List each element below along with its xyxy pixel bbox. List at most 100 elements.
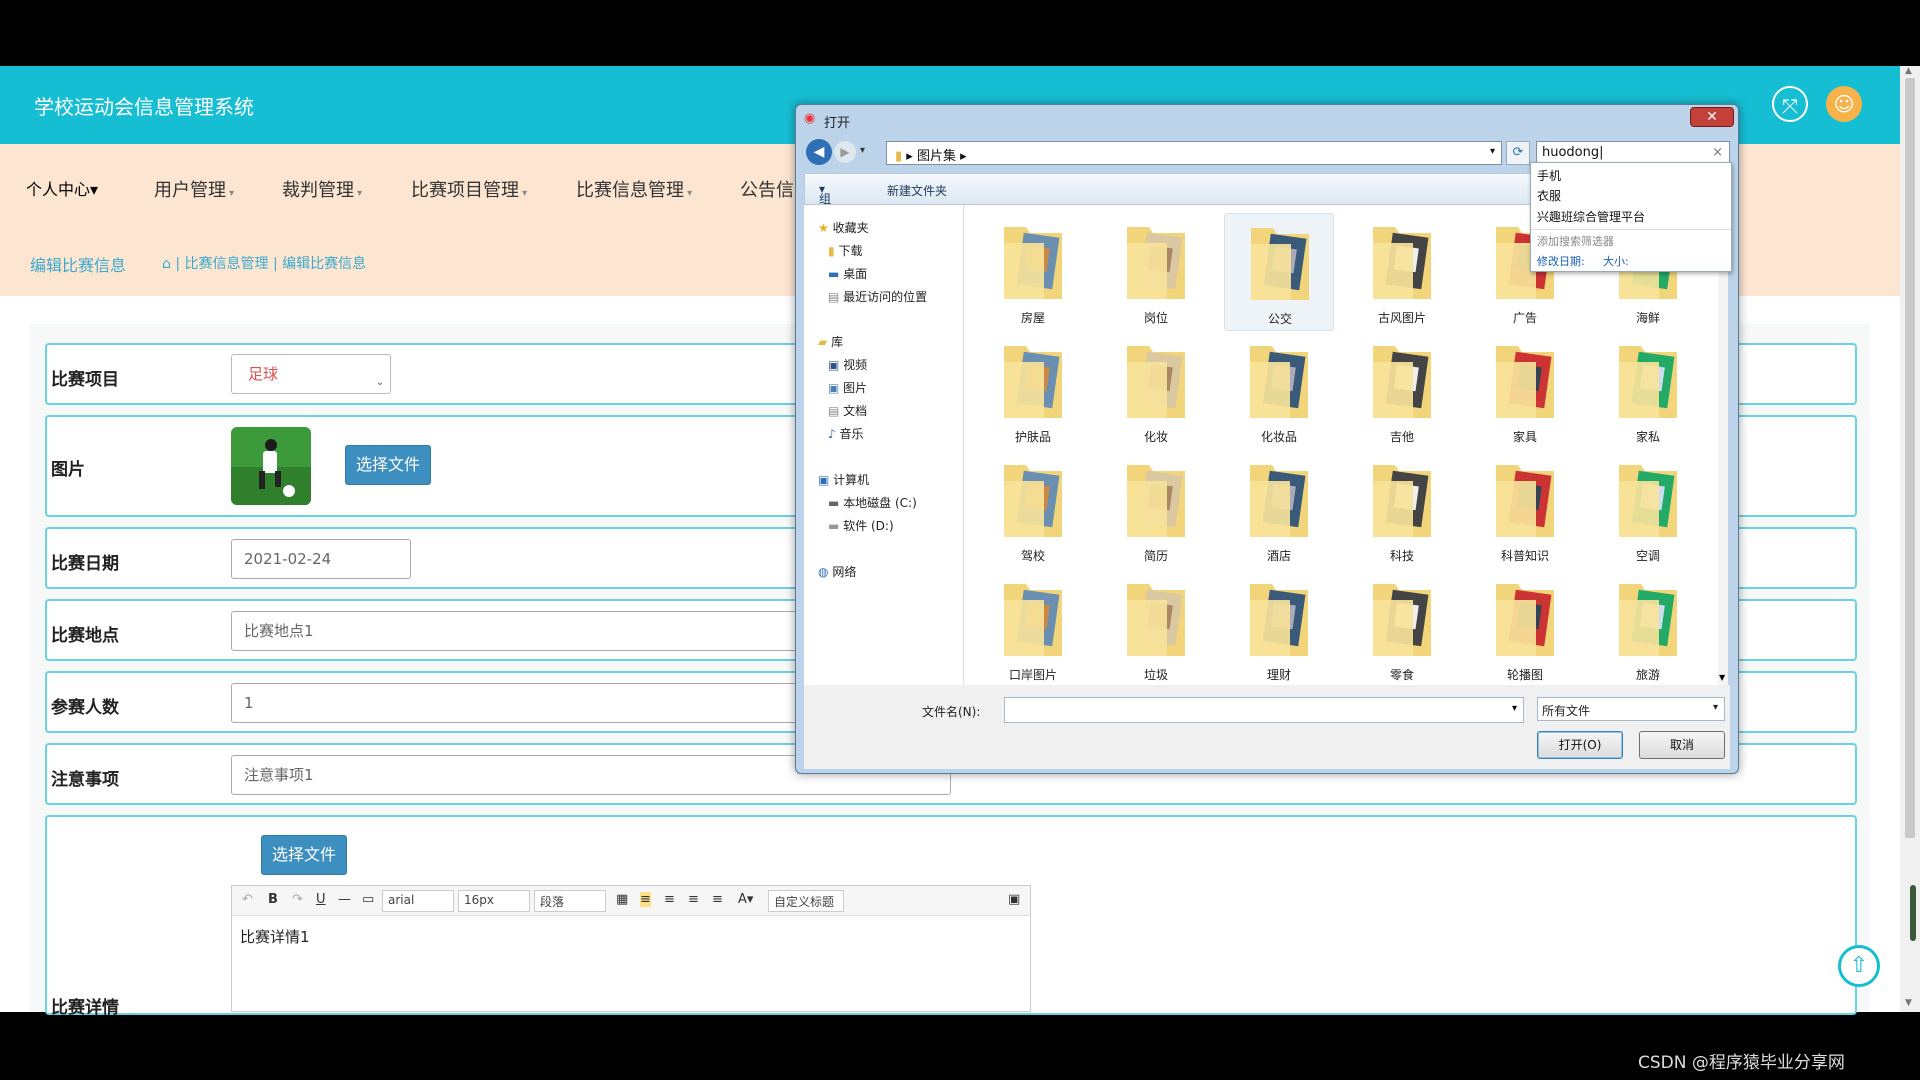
- scrollbar-thumb[interactable]: [1905, 78, 1915, 838]
- history-dropdown-icon[interactable]: ▾: [860, 145, 865, 156]
- filename-input[interactable]: ▾: [1004, 697, 1524, 723]
- font-size-select[interactable]: 16px: [458, 890, 530, 912]
- suggestion-item[interactable]: 手机: [1537, 167, 1561, 184]
- editor-content[interactable]: 比赛详情1: [232, 916, 1030, 957]
- align-right-icon[interactable]: ≡: [688, 892, 699, 907]
- undo-icon[interactable]: ↶: [242, 892, 253, 907]
- nav-pictures[interactable]: ▣ 图片: [828, 379, 867, 396]
- nav-drive-c[interactable]: ▬ 本地磁盘 (C:): [828, 494, 917, 511]
- nav-drive-d[interactable]: ▬ 软件 (D:): [828, 517, 894, 534]
- chevron-down-icon[interactable]: ▾: [1512, 703, 1517, 714]
- folder-item[interactable]: 口岸图片: [978, 570, 1088, 688]
- folder-item[interactable]: 零食: [1347, 570, 1457, 688]
- organize-menu[interactable]: 组织 ▾: [819, 182, 831, 223]
- folder-item[interactable]: 轮播图: [1470, 570, 1580, 688]
- rich-text-editor[interactable]: ↶ B ↷ U — ▭ arial 16px 段落 ▦ ≡ ≡ ≡ ≡ A▾ 自…: [231, 885, 1031, 1012]
- filter-size[interactable]: 大小:: [1603, 253, 1629, 269]
- address-path[interactable]: ▮ ▸ 图片集 ▸ ▾: [886, 141, 1502, 165]
- align-center-icon[interactable]: ≡: [664, 892, 675, 907]
- redo-icon[interactable]: ↷: [292, 892, 303, 907]
- clear-icon[interactable]: ▭: [362, 892, 374, 907]
- folder-item[interactable]: 科普知识: [1470, 451, 1580, 569]
- home-icon[interactable]: ⌂: [162, 256, 171, 272]
- align-left-icon[interactable]: ≡: [640, 892, 651, 907]
- nav-item-personal[interactable]: 个人中心▾: [26, 176, 98, 200]
- clear-search-icon[interactable]: ×: [1712, 145, 1723, 160]
- nav-desktop[interactable]: ▬ 桌面: [828, 265, 867, 282]
- justify-icon[interactable]: ≡: [712, 892, 723, 907]
- custom-title-select[interactable]: 自定义标题: [768, 890, 844, 912]
- folder-item[interactable]: 吉他: [1347, 332, 1457, 450]
- folder-item[interactable]: 酒店: [1224, 451, 1334, 569]
- folder-item[interactable]: 护肤品: [978, 332, 1088, 450]
- star-icon: ★: [818, 221, 829, 235]
- page-scrollbar[interactable]: ▲ ▼: [1900, 66, 1920, 1012]
- folder-item[interactable]: 科技: [1347, 451, 1457, 569]
- library-icon: ▰: [818, 335, 828, 349]
- folder-item[interactable]: 理财: [1224, 570, 1334, 688]
- folder-label: 家私: [1635, 430, 1660, 444]
- bold-icon[interactable]: B: [268, 892, 278, 907]
- paragraph-select[interactable]: 段落: [534, 890, 606, 912]
- folder-item[interactable]: 旅游: [1593, 570, 1703, 688]
- font-family-select[interactable]: arial: [382, 890, 454, 912]
- cancel-button[interactable]: 取消: [1639, 731, 1725, 759]
- new-folder-button[interactable]: 新建文件夹: [887, 182, 947, 199]
- music-icon: ♪: [828, 427, 836, 441]
- nav-item-projects[interactable]: 比赛项目管理 ▾: [411, 176, 527, 202]
- back-icon[interactable]: ◀: [806, 139, 832, 165]
- font-color-icon[interactable]: A▾: [738, 892, 753, 907]
- folder-item[interactable]: 公交: [1224, 213, 1334, 331]
- table-icon[interactable]: ▦: [616, 892, 628, 907]
- avatar[interactable]: ☺: [1826, 86, 1862, 122]
- scroll-down-icon[interactable]: ▼: [1719, 673, 1725, 682]
- choose-image-button[interactable]: 选择文件: [345, 445, 431, 485]
- folder-item[interactable]: 家具: [1470, 332, 1580, 450]
- nav-item-notices[interactable]: 公告信: [740, 176, 794, 202]
- folder-item[interactable]: 岗位: [1101, 213, 1211, 331]
- nav-item-users[interactable]: 用户管理 ▾: [154, 176, 234, 202]
- scroll-up-icon[interactable]: ▲: [1905, 66, 1912, 76]
- date-input[interactable]: 2021-02-24: [231, 539, 411, 579]
- chevron-down-icon[interactable]: ▾: [1490, 146, 1495, 157]
- nav-computer[interactable]: ▣ 计算机: [818, 471, 869, 488]
- nav-videos[interactable]: ▣ 视频: [828, 356, 867, 373]
- forward-icon[interactable]: ▶: [834, 141, 856, 163]
- folder-item[interactable]: 驾校: [978, 451, 1088, 569]
- fullscreen-editor-icon[interactable]: ▣: [1008, 892, 1020, 907]
- nav-music[interactable]: ♪ 音乐: [828, 425, 864, 442]
- nav-item-referees[interactable]: 裁判管理 ▾: [282, 176, 362, 202]
- file-grid-scrollbar[interactable]: ▼: [1718, 205, 1728, 685]
- open-button[interactable]: 打开(O): [1537, 731, 1623, 759]
- scroll-down-icon[interactable]: ▼: [1905, 998, 1912, 1008]
- refresh-icon[interactable]: ⟳: [1506, 141, 1530, 165]
- folder-item[interactable]: 垃圾: [1101, 570, 1211, 688]
- nav-downloads[interactable]: ▮ 下载: [828, 242, 862, 259]
- back-to-top-button[interactable]: ⇧: [1838, 945, 1880, 987]
- folder-label: 海鲜: [1635, 311, 1660, 325]
- nav-recent[interactable]: ▤ 最近访问的位置: [828, 288, 927, 305]
- nav-item-matches[interactable]: 比赛信息管理 ▾: [576, 176, 692, 202]
- folder-item[interactable]: 家私: [1593, 332, 1703, 450]
- nav-library[interactable]: ▰ 库: [818, 333, 843, 350]
- dialog-close-button[interactable]: ✕: [1690, 107, 1734, 127]
- folder-item[interactable]: 化妆: [1101, 332, 1211, 450]
- suggestion-item[interactable]: 衣服: [1537, 187, 1561, 204]
- hr-icon[interactable]: —: [338, 892, 351, 907]
- folder-item[interactable]: 古风图片: [1347, 213, 1457, 331]
- nav-documents[interactable]: ▤ 文档: [828, 402, 867, 419]
- fullscreen-button[interactable]: ⤧: [1772, 86, 1808, 122]
- nav-network[interactable]: ◍ 网络: [818, 563, 856, 580]
- folder-label: 科技: [1389, 549, 1414, 563]
- suggestion-item[interactable]: 兴趣班综合管理平台: [1537, 208, 1645, 225]
- choose-detail-file-button[interactable]: 选择文件: [261, 835, 347, 875]
- filter-date[interactable]: 修改日期:: [1537, 253, 1585, 269]
- project-select[interactable]: 足球 ⌄: [231, 354, 391, 394]
- filetype-select[interactable]: 所有文件 ▾: [1537, 697, 1725, 721]
- folder-item[interactable]: 简历: [1101, 451, 1211, 569]
- nav-favorites[interactable]: ★ 收藏夹: [818, 219, 869, 236]
- folder-item[interactable]: 房屋: [978, 213, 1088, 331]
- folder-item[interactable]: 化妆品: [1224, 332, 1334, 450]
- folder-item[interactable]: 空调: [1593, 451, 1703, 569]
- underline-icon[interactable]: U: [316, 892, 326, 907]
